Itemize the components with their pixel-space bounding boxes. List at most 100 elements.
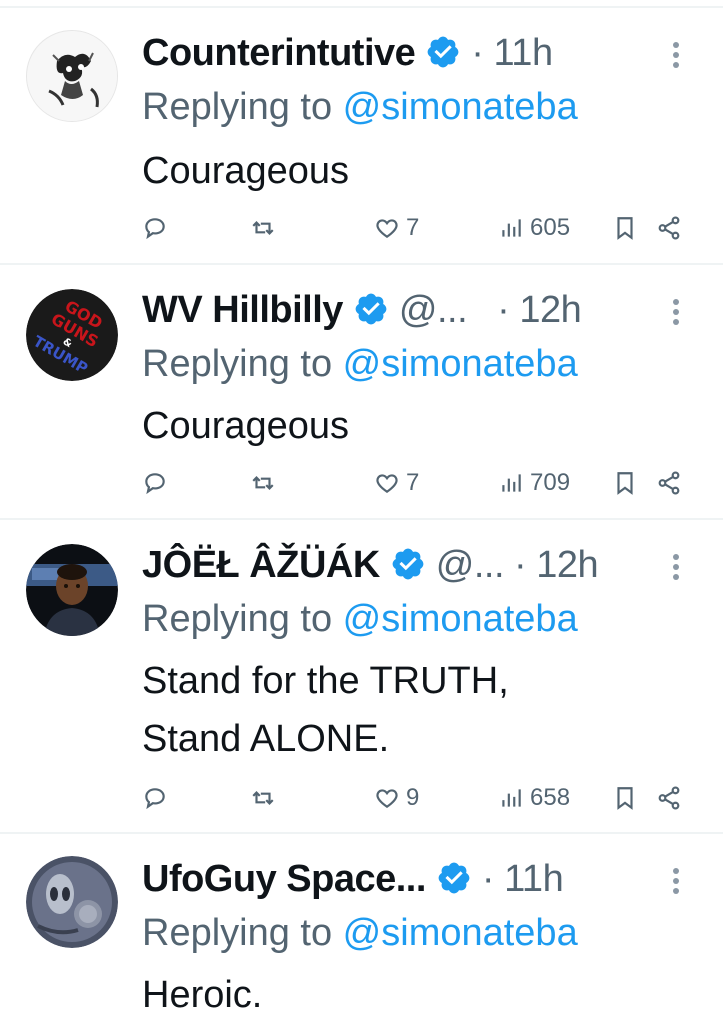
reply-icon [145,788,165,810]
reply-icon [145,473,165,495]
replies-feed: Counterintutive · 11h Replying to @simona… [0,0,723,1024]
tweet-time[interactable]: · 11h [482,858,564,900]
god-guns-trump-avatar-icon: GOD GUNS & TRUMP [26,289,118,381]
replying-to-line: Replying to @simonateba [142,343,578,386]
reply-button[interactable] [142,208,168,248]
share-icon [658,216,680,240]
more-options-icon[interactable] [672,299,680,333]
reply-tweet[interactable]: UfoGuy Space... · 11h Replying to @simona… [0,834,723,1024]
tweet-time[interactable]: · 12h [514,544,599,586]
replying-to-line: Replying to @simonateba [142,598,578,641]
heart-icon [376,219,398,238]
tweet-header: UfoGuy Space... · 11h [142,852,702,908]
reply-tweet[interactable]: Counterintutive · 11h Replying to @simona… [0,8,723,264]
tweet-header: Counterintutive · 11h [142,26,702,82]
mention-link[interactable]: @simonateba [343,598,578,640]
like-button[interactable]: 9 [374,778,419,818]
tweet-header: WV Hillbilly @... · 12h [142,283,702,339]
verified-badge-icon [355,293,387,325]
heart-icon [376,474,398,493]
replying-to-line: Replying to @simonateba [142,86,578,129]
tweet-actions: 7 605 [142,208,702,248]
tweet-author-line: JÔËŁ ÂŽÜÁK @... · 12h [142,544,599,587]
more-options-icon[interactable] [672,868,680,902]
reply-button[interactable] [142,463,168,503]
author-handle[interactable]: @... [436,544,505,586]
tweet-actions: 7 709 [142,463,702,503]
views-button[interactable]: 658 [498,778,570,818]
views-button[interactable]: 605 [498,208,570,248]
views-count: 709 [530,469,571,496]
author-name[interactable]: WV Hillbilly [142,289,343,331]
reply-icon [145,218,165,240]
bookmark-icon [617,217,633,240]
tweet-text: Stand for the TRUTH, Stand ALONE. [142,660,509,760]
avatar[interactable]: GOD GUNS & TRUMP [26,289,118,381]
share-icon [658,786,680,810]
bookmark-icon [617,472,633,495]
like-count: 7 [406,469,420,496]
tweet-author-line: WV Hillbilly @... · 12h [142,289,582,332]
like-button[interactable]: 7 [374,208,419,248]
retweet-button[interactable] [250,463,276,503]
verified-badge-icon [438,862,470,894]
mention-link[interactable]: @simonateba [343,912,578,954]
verified-badge-icon [392,548,424,580]
heart-icon [376,789,398,808]
person-photo-avatar-icon [26,544,118,636]
tweet-time[interactable]: · 11h [471,32,553,74]
cartoon-sketch-avatar-icon [27,31,117,121]
views-icon [502,474,521,492]
alien-avatar-icon [26,856,118,948]
tweet-text: Courageous [142,405,350,447]
more-options-icon[interactable] [672,42,680,76]
like-button[interactable]: 7 [374,463,419,503]
bookmark-icon [617,787,633,810]
more-options-icon[interactable] [672,554,680,588]
retweet-icon [252,476,274,490]
bookmark-button[interactable] [612,463,638,503]
avatar[interactable] [26,30,118,122]
views-icon [502,789,521,807]
bookmark-button[interactable] [612,778,638,818]
tweet-time[interactable]: · 12h [497,289,582,331]
tweet-header: JÔËŁ ÂŽÜÁK @... · 12h [142,538,702,594]
tweet-actions: 9 658 [142,778,702,818]
replying-to-line: Replying to @simonateba [142,912,578,955]
tweet-text: Heroic. [142,974,263,1016]
views-icon [502,219,521,237]
replying-to-label: Replying to [142,343,343,385]
mention-link[interactable]: @simonateba [343,343,578,385]
tweet-author-line: Counterintutive · 11h [142,32,553,75]
share-button[interactable] [656,208,682,248]
avatar[interactable] [26,856,118,948]
retweet-button[interactable] [250,778,276,818]
tweet-text: Courageous [142,150,350,192]
like-count: 9 [406,784,420,811]
replying-to-label: Replying to [142,86,343,128]
bookmark-button[interactable] [612,208,638,248]
tweet-author-line: UfoGuy Space... · 11h [142,858,564,901]
author-name[interactable]: UfoGuy Space... [142,858,426,900]
like-count: 7 [406,214,420,241]
verified-badge-icon [427,36,459,68]
reply-button[interactable] [142,778,168,818]
views-button[interactable]: 709 [498,463,570,503]
mention-link[interactable]: @simonateba [343,86,578,128]
retweet-icon [252,791,274,805]
author-name[interactable]: JÔËŁ ÂŽÜÁK [142,544,380,586]
author-name[interactable]: Counterintutive [142,32,416,74]
share-icon [658,471,680,495]
views-count: 605 [530,214,571,241]
reply-tweet[interactable]: GOD GUNS & TRUMP WV Hillbilly @... · 12h R… [0,265,723,519]
views-count: 658 [530,784,571,811]
share-button[interactable] [656,463,682,503]
reply-tweet[interactable]: JÔËŁ ÂŽÜÁK @... · 12h Replying to @simonat… [0,520,723,832]
avatar[interactable] [26,544,118,636]
retweet-icon [252,221,274,235]
share-button[interactable] [656,778,682,818]
replying-to-label: Replying to [142,912,343,954]
replying-to-label: Replying to [142,598,343,640]
author-handle[interactable]: @... [399,289,468,331]
retweet-button[interactable] [250,208,276,248]
